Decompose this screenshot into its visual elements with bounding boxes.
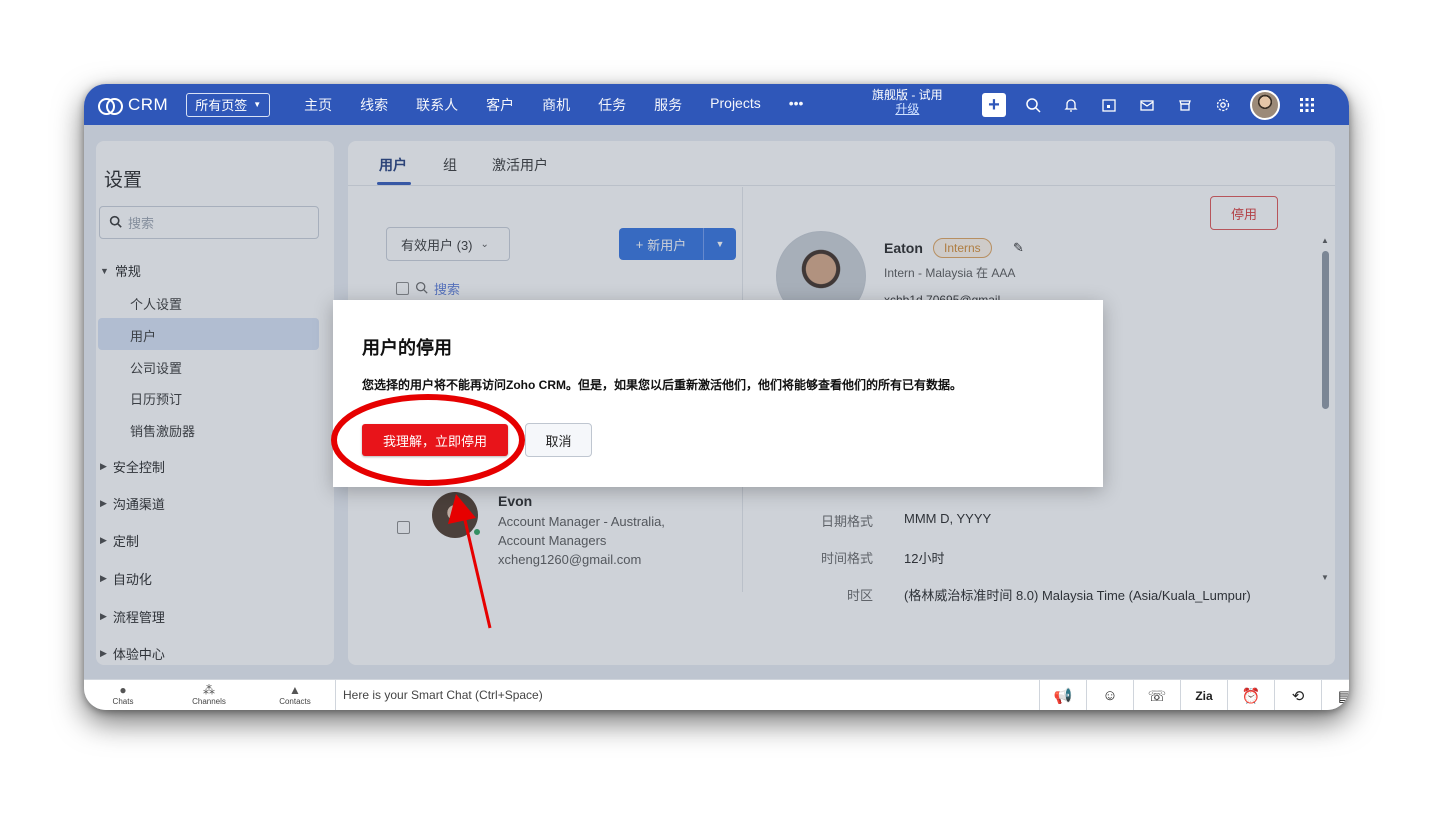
apps-grid-icon[interactable] (1296, 94, 1318, 116)
gear-icon[interactable] (1212, 94, 1234, 116)
nav-home[interactable]: 主页 (290, 95, 346, 115)
search-icon[interactable] (1022, 94, 1044, 116)
top-navigation-bar: CRM 所有页签 ▼ 主页 线索 联系人 客户 商机 任务 服务 Project… (84, 84, 1349, 125)
module-nav: 主页 线索 联系人 客户 商机 任务 服务 Projects ••• (290, 95, 817, 115)
megaphone-icon[interactable]: 📢 (1039, 680, 1086, 710)
nav-leads[interactable]: 线索 (346, 95, 402, 115)
chats-button[interactable]: ● Chats (93, 683, 153, 706)
group-icon: ⁂ (203, 683, 215, 697)
all-tabs-label: 所有页签 (195, 98, 248, 113)
call-icon[interactable]: ☏ (1133, 680, 1180, 710)
crm-window: CRM 所有页签 ▼ 主页 线索 联系人 客户 商机 任务 服务 Project… (84, 84, 1349, 710)
deactivation-dialog: 用户的停用 您选择的用户将不能再访问Zoho CRM。但是，如果您以后重新激活他… (333, 300, 1103, 487)
dialog-message: 您选择的用户将不能再访问Zoho CRM。但是，如果您以后重新激活他们，他们将能… (362, 378, 962, 392)
user-avatar[interactable] (1250, 90, 1280, 120)
nav-projects[interactable]: Projects (696, 95, 775, 115)
bottombar-divider (335, 680, 336, 710)
dialog-title: 用户的停用 (362, 338, 452, 358)
smart-chat-bar: ● Chats ⁂ Channels ▲ Contacts Here is yo… (84, 679, 1349, 710)
crm-logo-text: CRM (128, 94, 169, 114)
confirm-deactivate-button[interactable]: 我理解，立即停用 (362, 424, 508, 456)
plus-icon[interactable]: + (982, 93, 1006, 117)
chat-bubble-icon: ● (119, 683, 127, 697)
zia-icon[interactable]: Zia (1180, 680, 1227, 710)
contacts-button[interactable]: ▲ Contacts (265, 683, 325, 706)
nav-deals[interactable]: 商机 (528, 95, 584, 115)
more-tools-icon[interactable]: ▤ (1321, 680, 1349, 710)
history-icon[interactable]: ⟲ (1274, 680, 1321, 710)
caret-down-icon: ▼ (253, 100, 262, 109)
smart-chat-input[interactable]: Here is your Smart Chat (Ctrl+Space) (343, 688, 543, 702)
cancel-button[interactable]: 取消 (525, 423, 592, 457)
bottombar-tools: 📢 ☺ ☏ Zia ⏰ ⟲ ▤ (1039, 680, 1349, 710)
calendar-icon[interactable] (1098, 94, 1120, 116)
person-icon: ▲ (289, 683, 301, 697)
channels-button[interactable]: ⁂ Channels (179, 683, 239, 706)
crm-logo[interactable]: CRM (98, 95, 168, 115)
nav-services[interactable]: 服务 (640, 95, 696, 115)
nav-more[interactable]: ••• (775, 95, 818, 115)
alarm-clock-icon[interactable]: ⏰ (1227, 680, 1274, 710)
nav-accounts[interactable]: 客户 (472, 95, 528, 115)
top-icon-group: + (982, 90, 1318, 120)
marketplace-icon[interactable] (1174, 94, 1196, 116)
bell-icon[interactable] (1060, 94, 1082, 116)
smile-icon[interactable]: ☺ (1086, 680, 1133, 710)
crm-logo-icon (98, 97, 123, 115)
chats-label: Chats (112, 697, 134, 706)
channels-label: Channels (192, 697, 226, 706)
all-tabs-dropdown[interactable]: 所有页签 ▼ (186, 92, 271, 117)
edition-info: 旗舰版 - 试用 升级 (872, 88, 943, 116)
upgrade-link[interactable]: 升级 (872, 102, 943, 116)
nav-contacts[interactable]: 联系人 (402, 95, 472, 115)
contacts-label: Contacts (279, 697, 311, 706)
mail-icon[interactable] (1136, 94, 1158, 116)
nav-tasks[interactable]: 任务 (584, 95, 640, 115)
edition-label: 旗舰版 - 试用 (872, 88, 943, 102)
